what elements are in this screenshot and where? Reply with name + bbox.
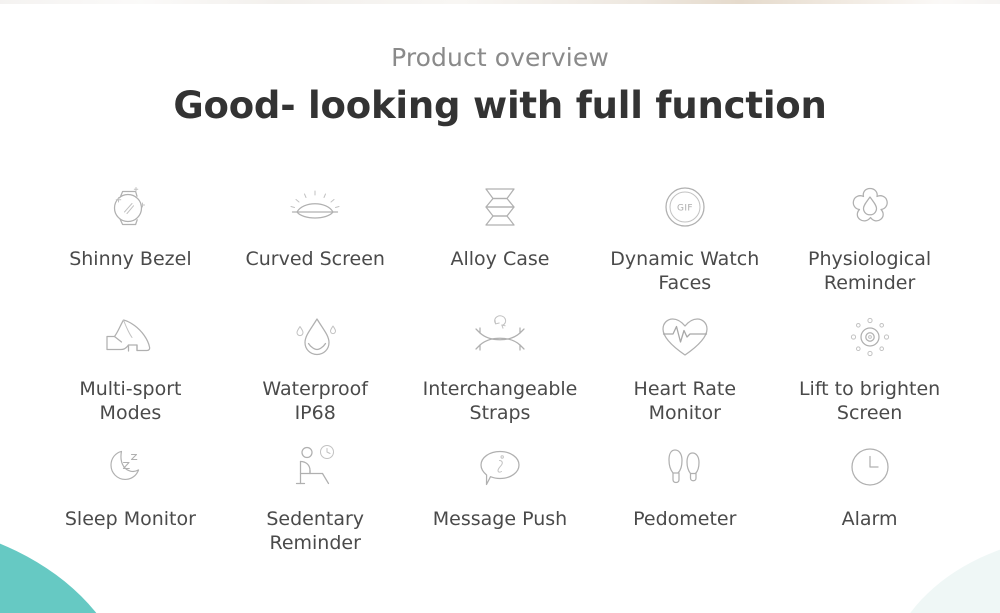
speech-bubble-info-icon [469,438,531,496]
feature-item-heart-rate-monitor: Heart Rate Monitor [592,306,777,436]
feature-item-message-push: Message Push [408,436,593,566]
alloy-layers-icon [469,178,531,236]
page-title: Good- looking with full function [173,83,827,127]
feature-label: Waterproof IP68 [262,378,368,424]
feature-grid: Shinny Bezel Curved Screen Alloy Case GI… [38,176,962,566]
page-header: Product overview Good- looking with full… [0,44,1000,127]
feature-label: Alarm [841,508,898,530]
feature-item-multi-sport-modes: Multi-sport Modes [38,306,223,436]
feature-item-alarm: Alarm [777,436,962,566]
feature-label: Curved Screen [245,248,385,270]
feature-label: Alloy Case [450,248,550,270]
feature-item-lift-to-brighten-screen: Lift to brighten Screen [777,306,962,436]
feature-label: Heart Rate Monitor [633,378,737,424]
feature-label: Message Push [432,508,568,530]
brightness-sun-icon [839,308,901,366]
top-edge-decoration [0,0,1000,4]
gif-circle-icon: GIF [654,178,716,236]
running-shoe-icon [99,308,161,366]
water-droplet-icon [284,308,346,366]
feature-item-interchangeable-straps: Interchangeable Straps [408,306,593,436]
feature-label: Interchangeable Straps [422,378,578,424]
heart-ecg-icon [654,308,716,366]
watch-sparkle-icon [99,178,161,236]
moon-zzz-icon [99,438,161,496]
feature-label: Shinny Bezel [69,248,192,270]
strap-swap-icon [469,308,531,366]
flower-droplet-icon [839,178,901,236]
feature-label: Lift to brighten Screen [798,378,941,424]
seated-person-clock-icon [284,438,346,496]
feature-label: Multi-sport Modes [79,378,182,424]
feature-label: Pedometer [633,508,737,530]
curved-lens-icon [284,178,346,236]
feature-item-alloy-case: Alloy Case [408,176,593,306]
feature-item-physiological-reminder: Physiological Reminder [777,176,962,306]
footprints-icon [654,438,716,496]
feature-label: Physiological Reminder [808,248,932,294]
feature-item-pedometer: Pedometer [592,436,777,566]
clock-icon [839,438,901,496]
feature-item-curved-screen: Curved Screen [223,176,408,306]
feature-item-sleep-monitor: Sleep Monitor [38,436,223,566]
feature-item-dynamic-watch-faces: GIF Dynamic Watch Faces [592,176,777,306]
gif-icon-text: GIF [677,204,693,214]
feature-item-sedentary-reminder: Sedentary Reminder [223,436,408,566]
feature-label: Dynamic Watch Faces [610,248,760,294]
feature-label: Sedentary Reminder [266,508,365,554]
feature-item-waterproof-ip68: Waterproof IP68 [223,306,408,436]
section-eyebrow: Product overview [391,43,609,72]
feature-label: Sleep Monitor [64,508,196,530]
feature-item-shinny-bezel: Shinny Bezel [38,176,223,306]
